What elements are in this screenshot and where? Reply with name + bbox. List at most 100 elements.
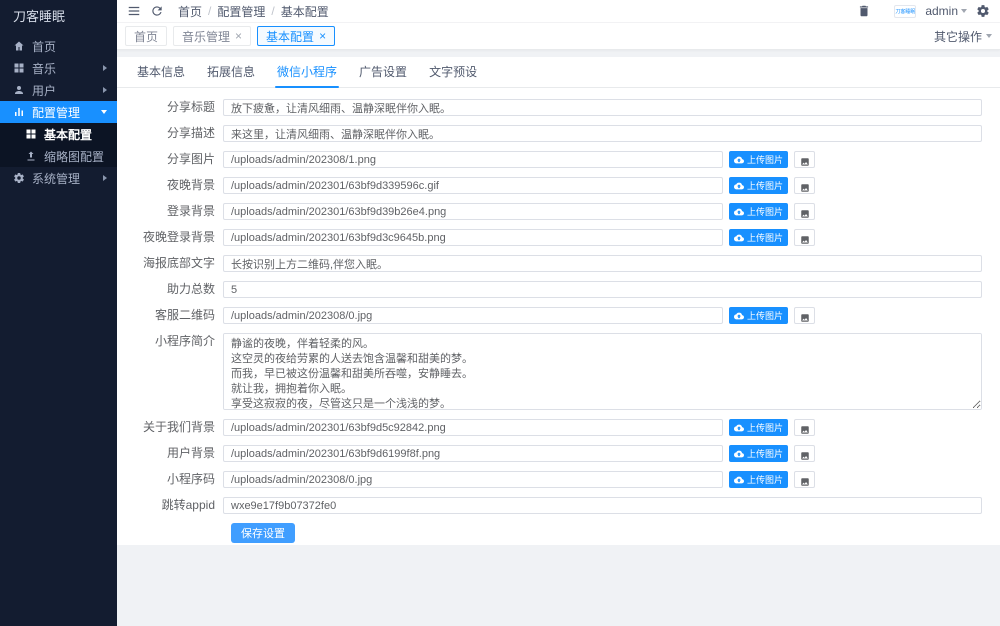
upload-button-label: 上传图片 — [747, 233, 784, 243]
user-background-preview-button[interactable] — [794, 445, 816, 462]
chart-icon — [13, 106, 25, 118]
night-background-input[interactable] — [223, 177, 723, 194]
more-actions-label: 其它操作 — [933, 29, 982, 44]
field-control: 上传图片 — [223, 471, 982, 488]
mini-program-qrcode-preview-button[interactable] — [794, 471, 816, 488]
settings-gear-icon[interactable] — [976, 4, 990, 18]
about-us-background-upload-button[interactable]: 上传图片 — [729, 419, 789, 436]
tab-广告设置[interactable]: 广告设置 — [357, 57, 409, 87]
field-label: 分享标题 — [166, 100, 215, 114]
chevron-down-icon — [961, 9, 967, 13]
field-control — [223, 99, 982, 116]
open-tab[interactable]: 音乐管理 × — [173, 26, 252, 46]
field-label: 夜晚登录背景 — [142, 230, 215, 244]
field-label: 小程序简介 — [154, 334, 215, 348]
more-actions-dropdown[interactable]: 其它操作 — [934, 28, 992, 45]
login-background-preview-button[interactable] — [794, 203, 816, 220]
grid-icon — [25, 128, 37, 140]
sidebar-item-label: 基本配置 — [44, 127, 93, 142]
tab-基本信息[interactable]: 基本信息 — [135, 57, 187, 87]
night-background-preview-button[interactable] — [794, 177, 816, 194]
form-row-mini-program-qrcode: 小程序码 上传图片 — [117, 471, 982, 488]
cloud-upload-icon — [734, 311, 744, 321]
night-background-upload-button[interactable]: 上传图片 — [729, 177, 789, 194]
sidebar-item-config[interactable]: 配置管理 — [0, 101, 117, 123]
field-label: 海报底部文字 — [142, 256, 215, 270]
share-image-upload-button[interactable]: 上传图片 — [729, 151, 789, 168]
night-login-background-preview-button[interactable] — [794, 229, 816, 246]
cloud-upload-icon — [734, 207, 744, 217]
sidebar-item-thumbnail-config[interactable]: 缩略图配置 — [0, 145, 117, 167]
form-card: 基本信息拓展信息微信小程序广告设置文字预设 分享标题分享描述分享图片上传图片夜晚… — [117, 57, 1000, 545]
image-icon — [800, 449, 810, 460]
sidebar-submenu: 基本配置缩略图配置 — [0, 123, 117, 167]
open-tab-label: 音乐管理 — [182, 29, 231, 44]
field-control — [223, 125, 982, 142]
service-qrcode-upload-button[interactable]: 上传图片 — [729, 307, 789, 324]
topbar: 首页 / 配置管理 / 基本配置 刀客睡眠 admin — [117, 0, 1000, 23]
gear-icon — [13, 172, 25, 184]
about-us-background-preview-button[interactable] — [794, 419, 816, 436]
share-image-preview-button[interactable] — [794, 151, 816, 168]
image-icon — [800, 207, 810, 218]
breadcrumb: 首页 / 配置管理 / 基本配置 — [178, 3, 329, 20]
tab-文字预设[interactable]: 文字预设 — [427, 57, 479, 87]
refresh-icon[interactable] — [150, 4, 164, 18]
upload-button-label: 上传图片 — [747, 207, 784, 217]
close-tab-icon[interactable]: × — [319, 30, 326, 42]
chevron-right-icon — [103, 87, 107, 93]
field-label: 用户背景 — [166, 446, 215, 460]
night-login-background-upload-button[interactable]: 上传图片 — [729, 229, 789, 246]
share-desc-input[interactable] — [223, 125, 982, 142]
poster-bottom-text-input[interactable] — [223, 255, 982, 272]
field-control: 上传图片 — [223, 203, 982, 220]
breadcrumb-separator: / — [208, 4, 212, 18]
boost-total-input[interactable] — [223, 281, 982, 298]
upload-button-label: 上传图片 — [747, 181, 784, 191]
sidebar-item-home[interactable]: 首页 — [0, 35, 117, 57]
redirect-appid-input[interactable] — [223, 497, 982, 514]
close-tab-icon[interactable]: × — [235, 30, 242, 42]
login-background-upload-button[interactable]: 上传图片 — [729, 203, 789, 220]
upload-button-label: 上传图片 — [747, 449, 784, 459]
open-tab[interactable]: 基本配置 × — [257, 26, 336, 46]
mini-program-qrcode-upload-button[interactable]: 上传图片 — [729, 471, 789, 488]
save-settings-button[interactable]: 保存设置 — [231, 523, 295, 543]
mini-program-qrcode-input[interactable] — [223, 471, 723, 488]
form-row-redirect-appid: 跳转appid — [117, 497, 982, 514]
tab-微信小程序[interactable]: 微信小程序 — [275, 57, 340, 88]
mini-program-intro-textarea[interactable]: 静谧的夜晚，伴着轻柔的风。 这空灵的夜给劳累的人送去饱含温馨和甜美的梦。 而我，… — [223, 333, 982, 410]
chevron-down-icon — [101, 110, 107, 114]
share-title-input[interactable] — [223, 99, 982, 116]
trash-icon[interactable] — [857, 4, 871, 18]
share-image-input[interactable] — [223, 151, 723, 168]
night-login-background-input[interactable] — [223, 229, 723, 246]
main-column: 首页 / 配置管理 / 基本配置 刀客睡眠 admin 首页 音乐管理 × 基本配置 × 其它操… — [117, 0, 1000, 626]
breadcrumb-item[interactable]: 首页 — [178, 3, 202, 20]
home-icon — [13, 40, 25, 52]
upload-button-label: 上传图片 — [747, 423, 784, 433]
upload-button-label: 上传图片 — [747, 475, 784, 485]
tab-拓展信息[interactable]: 拓展信息 — [205, 57, 257, 87]
settings-tabs: 基本信息 拓展信息 微信小程序 广告设置 文字预设 — [117, 57, 1000, 88]
about-us-background-input[interactable] — [223, 419, 723, 436]
sidebar-item-users[interactable]: 用户 — [0, 79, 117, 101]
service-qrcode-input[interactable] — [223, 307, 723, 324]
user-background-upload-button[interactable]: 上传图片 — [729, 445, 789, 462]
sidebar-item-system[interactable]: 系统管理 — [0, 167, 117, 189]
field-control: 上传图片 — [223, 445, 982, 462]
login-background-input[interactable] — [223, 203, 723, 220]
menu-toggle-icon[interactable] — [127, 4, 141, 18]
field-label: 客服二维码 — [154, 308, 215, 322]
sidebar-item-label: 配置管理 — [32, 105, 81, 120]
sidebar-item-basic-config[interactable]: 基本配置 — [0, 123, 117, 145]
user-background-input[interactable] — [223, 445, 723, 462]
service-qrcode-preview-button[interactable] — [794, 307, 816, 324]
breadcrumb-item[interactable]: 基本配置 — [281, 3, 329, 20]
form-row-boost-total: 助力总数 — [117, 281, 982, 298]
sidebar-item-music[interactable]: 音乐 — [0, 57, 117, 79]
user-menu[interactable]: admin — [925, 4, 967, 18]
open-tab[interactable]: 首页 — [125, 26, 168, 46]
breadcrumb-item[interactable]: 配置管理 — [217, 3, 265, 20]
tag-bar: 首页 音乐管理 × 基本配置 × 其它操作 — [117, 23, 1000, 50]
